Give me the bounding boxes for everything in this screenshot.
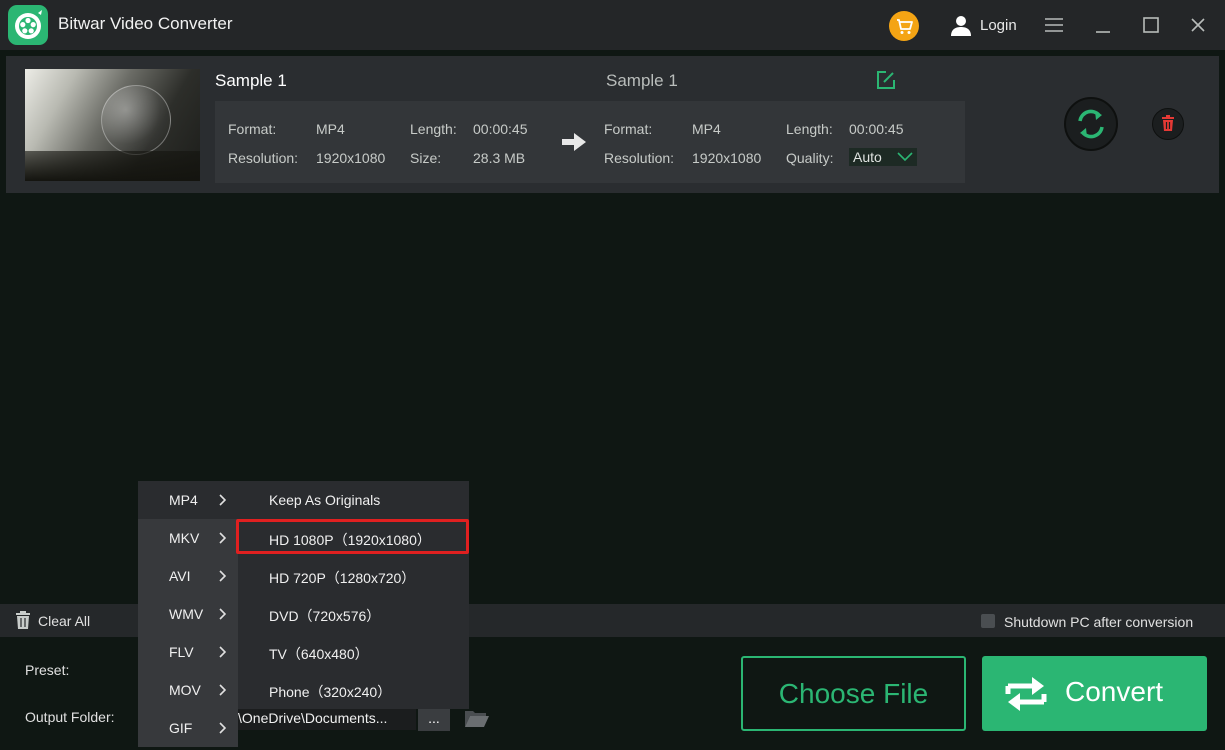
chevron-right-icon (219, 646, 226, 658)
hamburger-menu-icon[interactable] (1042, 13, 1066, 37)
source-length-label: Length: (410, 121, 457, 137)
app-title: Bitwar Video Converter (58, 14, 233, 33)
quality-label: Quality: (786, 150, 834, 166)
chevron-right-icon (219, 570, 226, 582)
chevron-right-icon (219, 532, 226, 544)
close-icon[interactable] (1186, 13, 1210, 37)
trash-icon[interactable] (14, 610, 32, 630)
target-resolution-value: 1920x1080 (692, 150, 762, 166)
chevron-right-icon (219, 494, 226, 506)
output-path-text: \OneDrive\Documents... (238, 710, 388, 726)
source-length-value: 00:00:45 (473, 121, 528, 137)
chevron-down-icon (897, 152, 913, 162)
format-item-mp4[interactable]: MP4 (138, 481, 238, 519)
folder-icon[interactable] (464, 707, 490, 729)
resolution-submenu: Keep As Originals HD 1080P（1920x1080） HD… (236, 481, 469, 709)
resolution-item-original[interactable]: Keep As Originals (238, 481, 469, 519)
target-resolution-label: Resolution: (604, 150, 675, 166)
convert-arrows-icon (1005, 677, 1047, 711)
delete-file-button[interactable] (1152, 108, 1184, 140)
chevron-right-icon (219, 722, 226, 734)
source-format-value: MP4 (316, 121, 345, 137)
file-item-row[interactable]: Sample 1 Sample 1 Format: MP4 Length: 00… (6, 56, 1219, 193)
source-resolution-value: 1920x1080 (316, 150, 386, 166)
app-logo-icon (8, 5, 48, 45)
convert-button[interactable]: Convert (982, 656, 1207, 731)
clear-all-button[interactable]: Clear All (38, 613, 90, 629)
login-link[interactable]: Login (980, 17, 1017, 34)
choose-file-label: Choose File (778, 678, 929, 709)
cart-icon[interactable] (889, 11, 919, 41)
output-folder-label: Output Folder: (25, 709, 115, 725)
title-bar: Bitwar Video Converter Login (0, 0, 1225, 50)
resolution-item-dvd[interactable]: DVD（720x576） (238, 595, 469, 633)
trash-icon (1162, 115, 1174, 131)
user-icon[interactable] (949, 13, 973, 37)
format-item-gif[interactable]: GIF (138, 709, 238, 747)
video-thumbnail (25, 69, 200, 181)
maximize-icon[interactable] (1139, 13, 1163, 37)
source-resolution-label: Resolution: (228, 150, 299, 166)
source-size-label: Size: (410, 150, 442, 166)
format-menu: MP4 MKV AVI WMV FLV MOV GIF (138, 481, 238, 747)
quality-value: Auto (853, 149, 882, 165)
format-item-wmv[interactable]: WMV (138, 595, 238, 633)
arrow-right-icon (560, 131, 588, 153)
choose-file-button[interactable]: Choose File (741, 656, 966, 731)
file-info-panel: Format: MP4 Length: 00:00:45 Resolution:… (215, 101, 965, 183)
output-file-name: Sample 1 (606, 71, 678, 90)
convert-arrows-icon (1078, 109, 1104, 139)
target-length-value: 00:00:45 (849, 121, 904, 137)
target-format-value: MP4 (692, 121, 721, 137)
format-item-mkv[interactable]: MKV (138, 519, 238, 557)
browse-button[interactable]: ... (418, 709, 450, 731)
resolution-item-tv[interactable]: TV（640x480） (238, 633, 469, 671)
resolution-item-phone[interactable]: Phone（320x240） (238, 671, 469, 709)
source-format-label: Format: (228, 121, 277, 137)
chevron-right-icon (219, 684, 226, 696)
format-item-mov[interactable]: MOV (138, 671, 238, 709)
preset-label: Preset: (25, 662, 70, 678)
chevron-right-icon (219, 608, 226, 620)
target-length-label: Length: (786, 121, 833, 137)
source-file-name: Sample 1 (215, 71, 287, 90)
format-item-flv[interactable]: FLV (138, 633, 238, 671)
target-format-label: Format: (604, 121, 653, 137)
format-item-avi[interactable]: AVI (138, 557, 238, 595)
quality-select[interactable]: Auto (849, 148, 917, 166)
output-folder-path[interactable]: \OneDrive\Documents... (236, 708, 416, 730)
minimize-icon[interactable] (1091, 13, 1115, 37)
resolution-item-720p[interactable]: HD 720P（1280x720） (238, 557, 469, 595)
shutdown-label[interactable]: Shutdown PC after conversion (1004, 614, 1193, 630)
convert-single-button[interactable] (1064, 97, 1118, 151)
resolution-item-1080p[interactable]: HD 1080P（1920x1080） (236, 519, 469, 554)
edit-icon[interactable] (875, 69, 897, 91)
source-size-value: 28.3 MB (473, 150, 526, 166)
convert-label: Convert (1065, 676, 1164, 707)
shutdown-checkbox[interactable] (981, 614, 995, 628)
